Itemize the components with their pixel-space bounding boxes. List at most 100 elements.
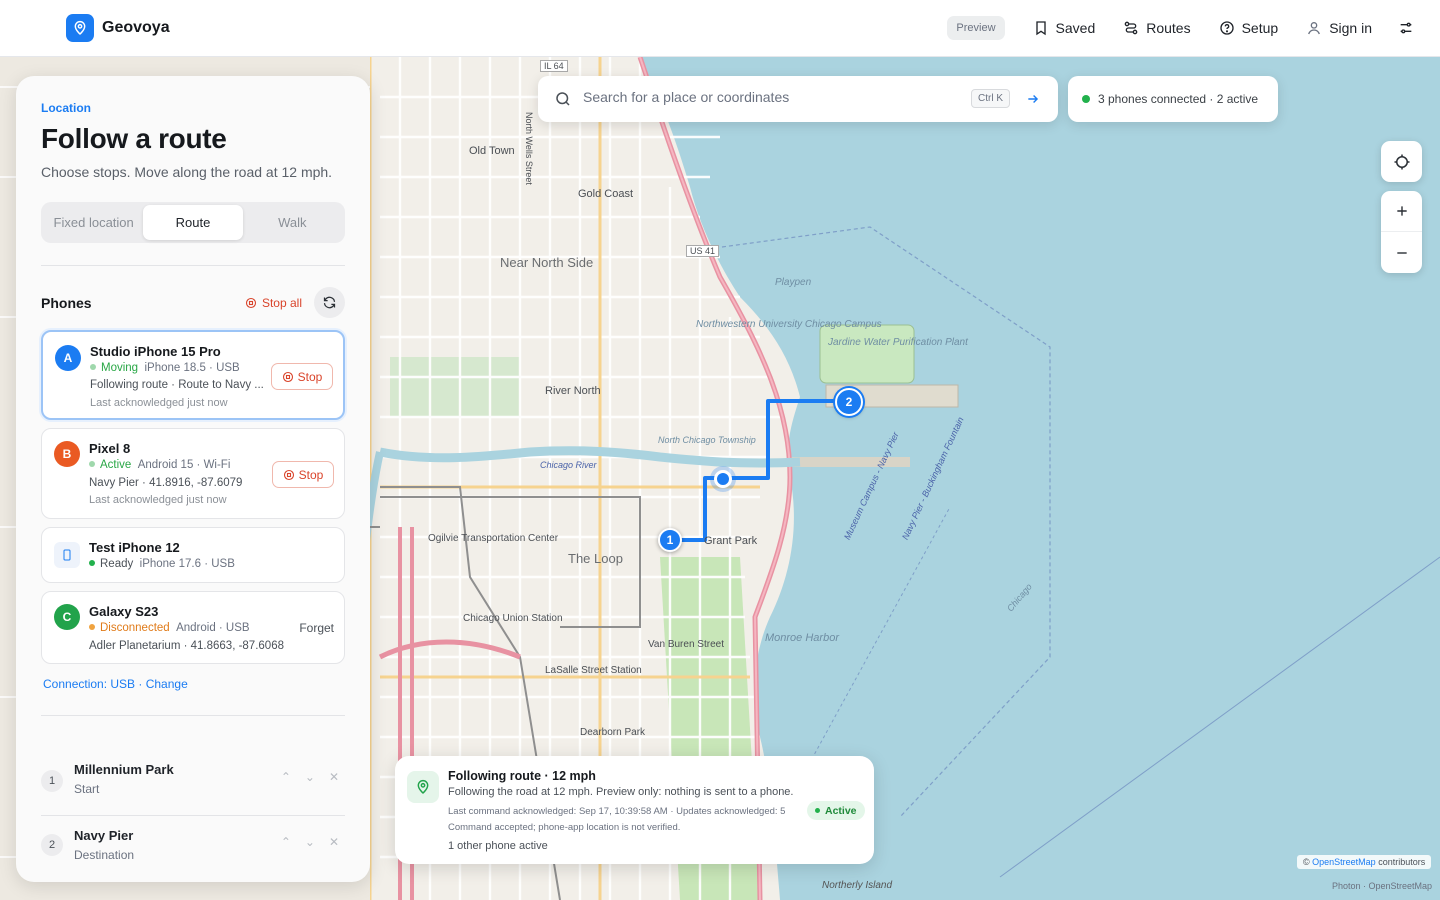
nav-saved[interactable]: Saved: [1019, 16, 1110, 40]
plus-icon: [1396, 206, 1407, 216]
phones-header: Phones Stop all: [41, 287, 345, 318]
tab-route[interactable]: Route: [143, 205, 243, 240]
stop-row[interactable]: 1 Millennium Park Start ⌃ ⌄ ✕: [41, 760, 345, 815]
phone-status-line: Disconnected Android · USB: [89, 622, 250, 634]
zoom-out-button[interactable]: [1381, 232, 1422, 273]
nav-setup-label: Setup: [1241, 20, 1279, 36]
stops-list: 1 Millennium Park Start ⌃ ⌄ ✕ 2 Navy Pie…: [41, 760, 345, 872]
stop-all-label: Stop all: [261, 295, 302, 310]
phone-card[interactable]: Test iPhone 12 Ready iPhone 17.6 · USB: [41, 527, 345, 583]
map-label: Ogilvie Transportation Center: [428, 533, 559, 544]
top-nav: Preview Saved Routes Setup Sign in: [947, 16, 1420, 40]
copyright-symbol: ©: [1303, 857, 1310, 867]
avatar: A: [55, 345, 81, 371]
phone-card[interactable]: C Galaxy S23 Disconnected Android · USB …: [41, 591, 345, 664]
route-status-card: Following route · 12 mph Following the r…: [395, 756, 874, 864]
map-label: Gold Coast: [578, 188, 634, 200]
sliders-icon: [1400, 22, 1412, 34]
geocoder-attribution: Photon · OpenStreetMap: [1332, 881, 1433, 891]
map-label: North Chicago Township: [658, 435, 756, 445]
search-input[interactable]: [583, 89, 963, 105]
marker-label: 2: [845, 395, 853, 409]
side-panel: Location Follow a route Choose stops. Mo…: [16, 76, 370, 882]
connection-status[interactable]: 3 phones connected · 2 active: [1068, 76, 1278, 122]
phone-name: Pixel 8: [89, 441, 131, 456]
search-bar[interactable]: Ctrl K: [538, 76, 1058, 122]
stop-all-button[interactable]: Stop all: [245, 296, 302, 310]
stop-name: Navy Pier: [74, 828, 134, 843]
map-label: River North: [545, 385, 601, 397]
phone-activity: Adler Planetarium · 41.8663, -87.6068: [89, 640, 284, 652]
route-stop-marker[interactable]: 2: [835, 388, 863, 416]
chevron-down-icon[interactable]: ⌄: [305, 770, 315, 784]
chevron-up-icon[interactable]: ⌃: [281, 835, 291, 849]
app-name: Geovoya: [102, 19, 170, 36]
refresh-button[interactable]: [314, 287, 345, 318]
phone-activity: Navy Pier · 41.8916, -87.6079: [89, 477, 243, 489]
phone-name: Galaxy S23: [89, 604, 159, 619]
phone-status-line: Moving iPhone 18.5 · USB: [90, 362, 240, 374]
status-dot: [89, 461, 95, 467]
nav-saved-label: Saved: [1055, 20, 1096, 36]
map-label: The Loop: [568, 551, 623, 566]
stop-button[interactable]: Stop: [272, 461, 334, 488]
status-badge: Active: [100, 459, 132, 471]
current-position-marker: [714, 470, 732, 488]
settings-button[interactable]: [1392, 16, 1420, 40]
connection-link[interactable]: Connection: USB · Change: [43, 677, 345, 691]
map-label: Near North Side: [500, 255, 594, 270]
nav-routes[interactable]: Routes: [1109, 16, 1204, 40]
osm-link[interactable]: OpenStreetMap: [1312, 857, 1376, 867]
search-icon: [556, 92, 570, 106]
page-title: Follow a route: [41, 123, 227, 154]
phone-card[interactable]: B Pixel 8 Active Android 15 · Wi-Fi Navy…: [41, 428, 345, 519]
chevron-down-icon[interactable]: ⌄: [305, 835, 315, 849]
forget-button[interactable]: Forget: [299, 621, 334, 635]
status-dot: [815, 808, 820, 813]
avatar: C: [54, 604, 80, 630]
phone-name: Studio iPhone 15 Pro: [90, 344, 221, 359]
minus-icon: [1396, 251, 1407, 254]
map-label: Van Buren Street: [648, 639, 724, 650]
route-stop-marker[interactable]: 1: [658, 528, 682, 552]
zoom-in-button[interactable]: [1381, 191, 1422, 232]
phone-device: iPhone 17.6 · USB: [139, 558, 235, 570]
locate-button[interactable]: [1381, 141, 1422, 182]
nav-sign-in[interactable]: Sign in: [1292, 16, 1386, 40]
map-label: LaSalle Street Station: [545, 665, 642, 677]
nav-routes-label: Routes: [1146, 20, 1191, 36]
map-label: Chicago River: [540, 460, 597, 470]
phone-device: Android · USB: [176, 622, 250, 634]
stop-button[interactable]: Stop: [271, 363, 333, 390]
top-bar: Geovoya Preview Saved Routes Setup Sign …: [0, 0, 1440, 57]
phones-title: Phones: [41, 294, 92, 311]
keyboard-shortcut: Ctrl K: [971, 89, 1010, 108]
stop-row[interactable]: 2 Navy Pier Destination ⌃ ⌄ ✕: [41, 817, 345, 872]
stop-label: Stop: [298, 467, 324, 482]
nav-setup[interactable]: Setup: [1205, 16, 1293, 40]
tab-walk[interactable]: Walk: [243, 205, 342, 240]
phone-card[interactable]: A Studio iPhone 15 Pro Moving iPhone 18.…: [41, 330, 345, 420]
bookmark-icon: [1035, 21, 1046, 36]
tab-fixed-location[interactable]: Fixed location: [44, 205, 143, 240]
close-icon[interactable]: ✕: [329, 835, 339, 849]
map-label: IL 64: [540, 60, 568, 72]
stop-name: Millennium Park: [74, 762, 174, 777]
phone-device: Android 15 · Wi-Fi: [137, 459, 231, 471]
mode-selector: Fixed location Route Walk: [41, 202, 345, 243]
close-icon[interactable]: ✕: [329, 770, 339, 784]
other-phones: 1 other phone active: [448, 840, 548, 852]
map-attribution: © OpenStreetMap contributors: [1297, 855, 1432, 869]
chevron-up-icon[interactable]: ⌃: [281, 770, 291, 784]
arrow-right-icon[interactable]: [1026, 92, 1040, 106]
status-badge: Moving: [101, 362, 139, 374]
phone-ack: Last acknowledged just now: [90, 397, 228, 409]
map-label: Old Town: [469, 145, 515, 157]
brand[interactable]: Geovoya: [66, 14, 170, 42]
locate-control: [1381, 141, 1422, 182]
route-icon: [1124, 21, 1138, 35]
map-label: Northerly Island: [822, 880, 893, 891]
status-dot: [89, 624, 95, 630]
status-badge: Active: [807, 801, 865, 820]
connection-status-text: 3 phones connected · 2 active: [1098, 92, 1259, 106]
